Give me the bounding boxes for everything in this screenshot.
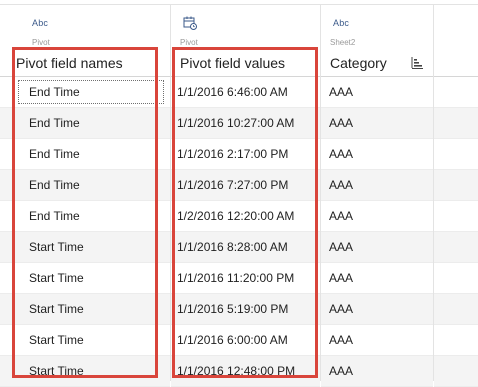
data-grid: Abc Pivot Pivot field names End Time End… <box>0 0 478 387</box>
table-cell[interactable]: Start Time <box>0 263 170 294</box>
table-cell-empty <box>434 139 478 170</box>
empty-column-area <box>434 4 478 387</box>
column-header[interactable]: Pivot Pivot field values <box>171 4 320 77</box>
column-name[interactable]: Pivot field values <box>180 55 285 71</box>
column-header[interactable]: Abc Sheet2 Category <box>321 4 433 77</box>
string-type-icon[interactable]: Abc <box>32 18 48 28</box>
table-cell[interactable]: End Time <box>0 170 170 201</box>
table-cell[interactable]: 1/1/2016 5:19:00 PM <box>171 294 320 325</box>
table-cell-empty <box>434 356 478 387</box>
table-cell[interactable]: 1/1/2016 2:17:00 PM <box>171 139 320 170</box>
table-cell[interactable]: 1/1/2016 6:00:00 AM <box>171 325 320 356</box>
sort-icon[interactable] <box>410 56 424 70</box>
table-cell[interactable]: 1/1/2016 12:48:00 PM <box>171 356 320 387</box>
table-cell[interactable]: 1/1/2016 8:28:00 AM <box>171 232 320 263</box>
table-cell[interactable]: AAA <box>321 170 433 201</box>
table-cell[interactable]: End Time <box>0 139 170 170</box>
table-cell[interactable]: AAA <box>321 77 433 108</box>
table-cell[interactable]: AAA <box>321 263 433 294</box>
table-cell[interactable]: AAA <box>321 325 433 356</box>
column-cells-empty <box>434 77 478 387</box>
table-cell[interactable]: 1/1/2016 10:27:00 AM <box>171 108 320 139</box>
column-pivot-field-names[interactable]: Abc Pivot Pivot field names End Time End… <box>0 4 171 387</box>
string-type-icon[interactable]: Abc <box>333 18 349 28</box>
table-cell[interactable]: 1/1/2016 11:20:00 PM <box>171 263 320 294</box>
table-cell-empty <box>434 263 478 294</box>
column-name[interactable]: Category <box>330 55 387 71</box>
cell-focus-outline <box>18 80 164 104</box>
table-cell[interactable]: AAA <box>321 232 433 263</box>
date-time-icon[interactable] <box>183 16 197 32</box>
table-cell-empty <box>434 77 478 108</box>
table-cell[interactable]: AAA <box>321 139 433 170</box>
table-cell[interactable]: 1/2/2016 12:20:00 AM <box>171 201 320 232</box>
table-cell[interactable]: Start Time <box>0 325 170 356</box>
column-source: Pivot <box>180 38 198 47</box>
table-cell[interactable]: 1/1/2016 6:46:00 AM <box>171 77 320 108</box>
column-cells: 1/1/2016 6:46:00 AM 1/1/2016 10:27:00 AM… <box>171 77 320 387</box>
table-cell-empty <box>434 201 478 232</box>
table-cell-empty <box>434 294 478 325</box>
table-cell[interactable]: Start Time <box>0 356 170 387</box>
table-cell[interactable]: End Time <box>0 77 170 108</box>
table-cell[interactable]: End Time <box>0 108 170 139</box>
column-source: Pivot <box>32 38 50 47</box>
table-cell-empty <box>434 108 478 139</box>
table-cell[interactable]: End Time <box>0 201 170 232</box>
column-name[interactable]: Pivot field names <box>16 55 123 71</box>
column-category[interactable]: Abc Sheet2 Category AAA AAA AAA AAA AAA … <box>321 4 434 387</box>
column-header-empty <box>434 4 478 77</box>
column-source: Sheet2 <box>330 38 356 47</box>
column-header[interactable]: Abc Pivot Pivot field names <box>0 4 170 77</box>
table-cell[interactable]: 1/1/2016 7:27:00 PM <box>171 170 320 201</box>
column-cells: AAA AAA AAA AAA AAA AAA AAA AAA AAA AAA <box>321 77 433 387</box>
table-cell-empty <box>434 170 478 201</box>
table-cell-empty <box>434 232 478 263</box>
table-cell[interactable]: Start Time <box>0 232 170 263</box>
column-pivot-field-values[interactable]: Pivot Pivot field values 1/1/2016 6:46:0… <box>171 4 321 387</box>
table-cell[interactable]: AAA <box>321 356 433 387</box>
table-cell[interactable]: AAA <box>321 201 433 232</box>
table-cell[interactable]: Start Time <box>0 294 170 325</box>
table-cell[interactable]: AAA <box>321 294 433 325</box>
table-cell[interactable]: AAA <box>321 108 433 139</box>
table-cell-empty <box>434 325 478 356</box>
column-cells: End Time End Time End Time End Time End … <box>0 77 170 387</box>
